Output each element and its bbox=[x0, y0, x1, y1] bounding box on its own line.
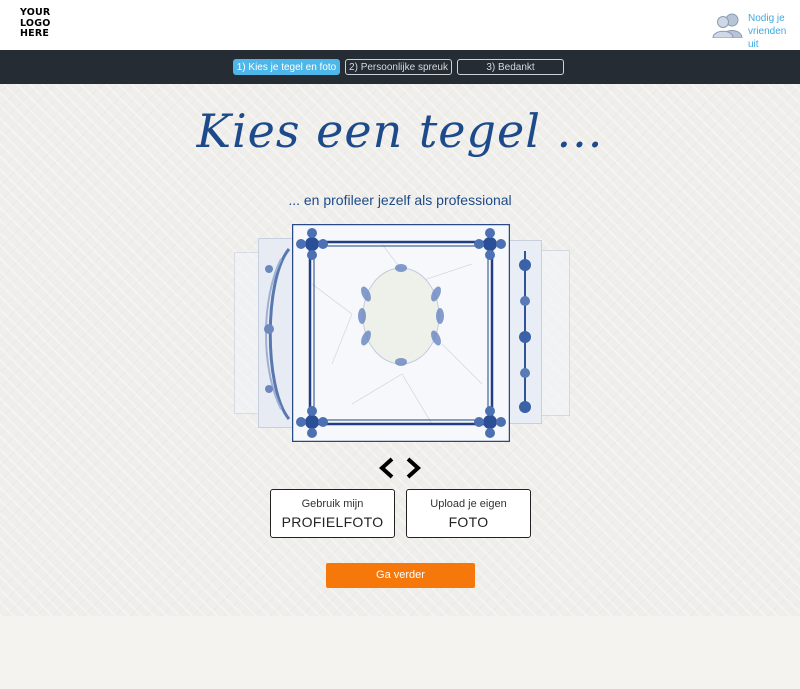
invite-line: vrienden uit bbox=[748, 26, 787, 50]
button-label: FOTO bbox=[448, 514, 489, 530]
tile-thumb-right[interactable] bbox=[508, 240, 542, 424]
delft-tile-image bbox=[291, 223, 511, 443]
step-1-tab[interactable]: 1) Kies je tegel en foto bbox=[233, 59, 340, 75]
logo-line: HERE bbox=[20, 28, 50, 39]
chevron-right-icon[interactable] bbox=[404, 457, 422, 479]
tile-pattern-image bbox=[519, 251, 531, 413]
use-profile-photo-button[interactable]: Gebruik mijn PROFIELFOTO bbox=[270, 489, 395, 538]
logo-line: YOUR bbox=[20, 7, 51, 18]
page-title: Kies een tegel ... bbox=[196, 104, 604, 158]
logo[interactable]: YOUR LOGO HERE bbox=[20, 7, 51, 40]
page-subtitle: ... en profileer jezelf als professional bbox=[288, 192, 512, 208]
continue-button[interactable]: Ga verder bbox=[326, 563, 475, 588]
chevron-left-icon[interactable] bbox=[378, 457, 396, 479]
top-header: YOUR LOGO HERE Nodig je vrienden uit bbox=[0, 0, 800, 50]
step-bar: 1) Kies je tegel en foto 2) Persoonlijke… bbox=[0, 50, 800, 84]
button-label: PROFIELFOTO bbox=[281, 514, 384, 530]
tile-thumb-far-right[interactable] bbox=[540, 250, 570, 416]
button-caption: Gebruik mijn bbox=[301, 498, 364, 510]
selected-tile[interactable] bbox=[291, 223, 511, 443]
invite-line: Nodig je bbox=[748, 13, 785, 24]
step-3-tab[interactable]: 3) Bedankt bbox=[457, 59, 564, 75]
invite-friends-link[interactable]: Nodig je vrienden uit bbox=[712, 11, 798, 50]
button-caption: Upload je eigen bbox=[430, 498, 507, 510]
friends-icon bbox=[712, 13, 743, 38]
step-2-tab[interactable]: 2) Persoonlijke spreuk bbox=[345, 59, 452, 75]
invite-label: Nodig je vrienden uit bbox=[748, 12, 798, 51]
footer-area bbox=[0, 616, 800, 689]
upload-photo-button[interactable]: Upload je eigen FOTO bbox=[406, 489, 531, 538]
